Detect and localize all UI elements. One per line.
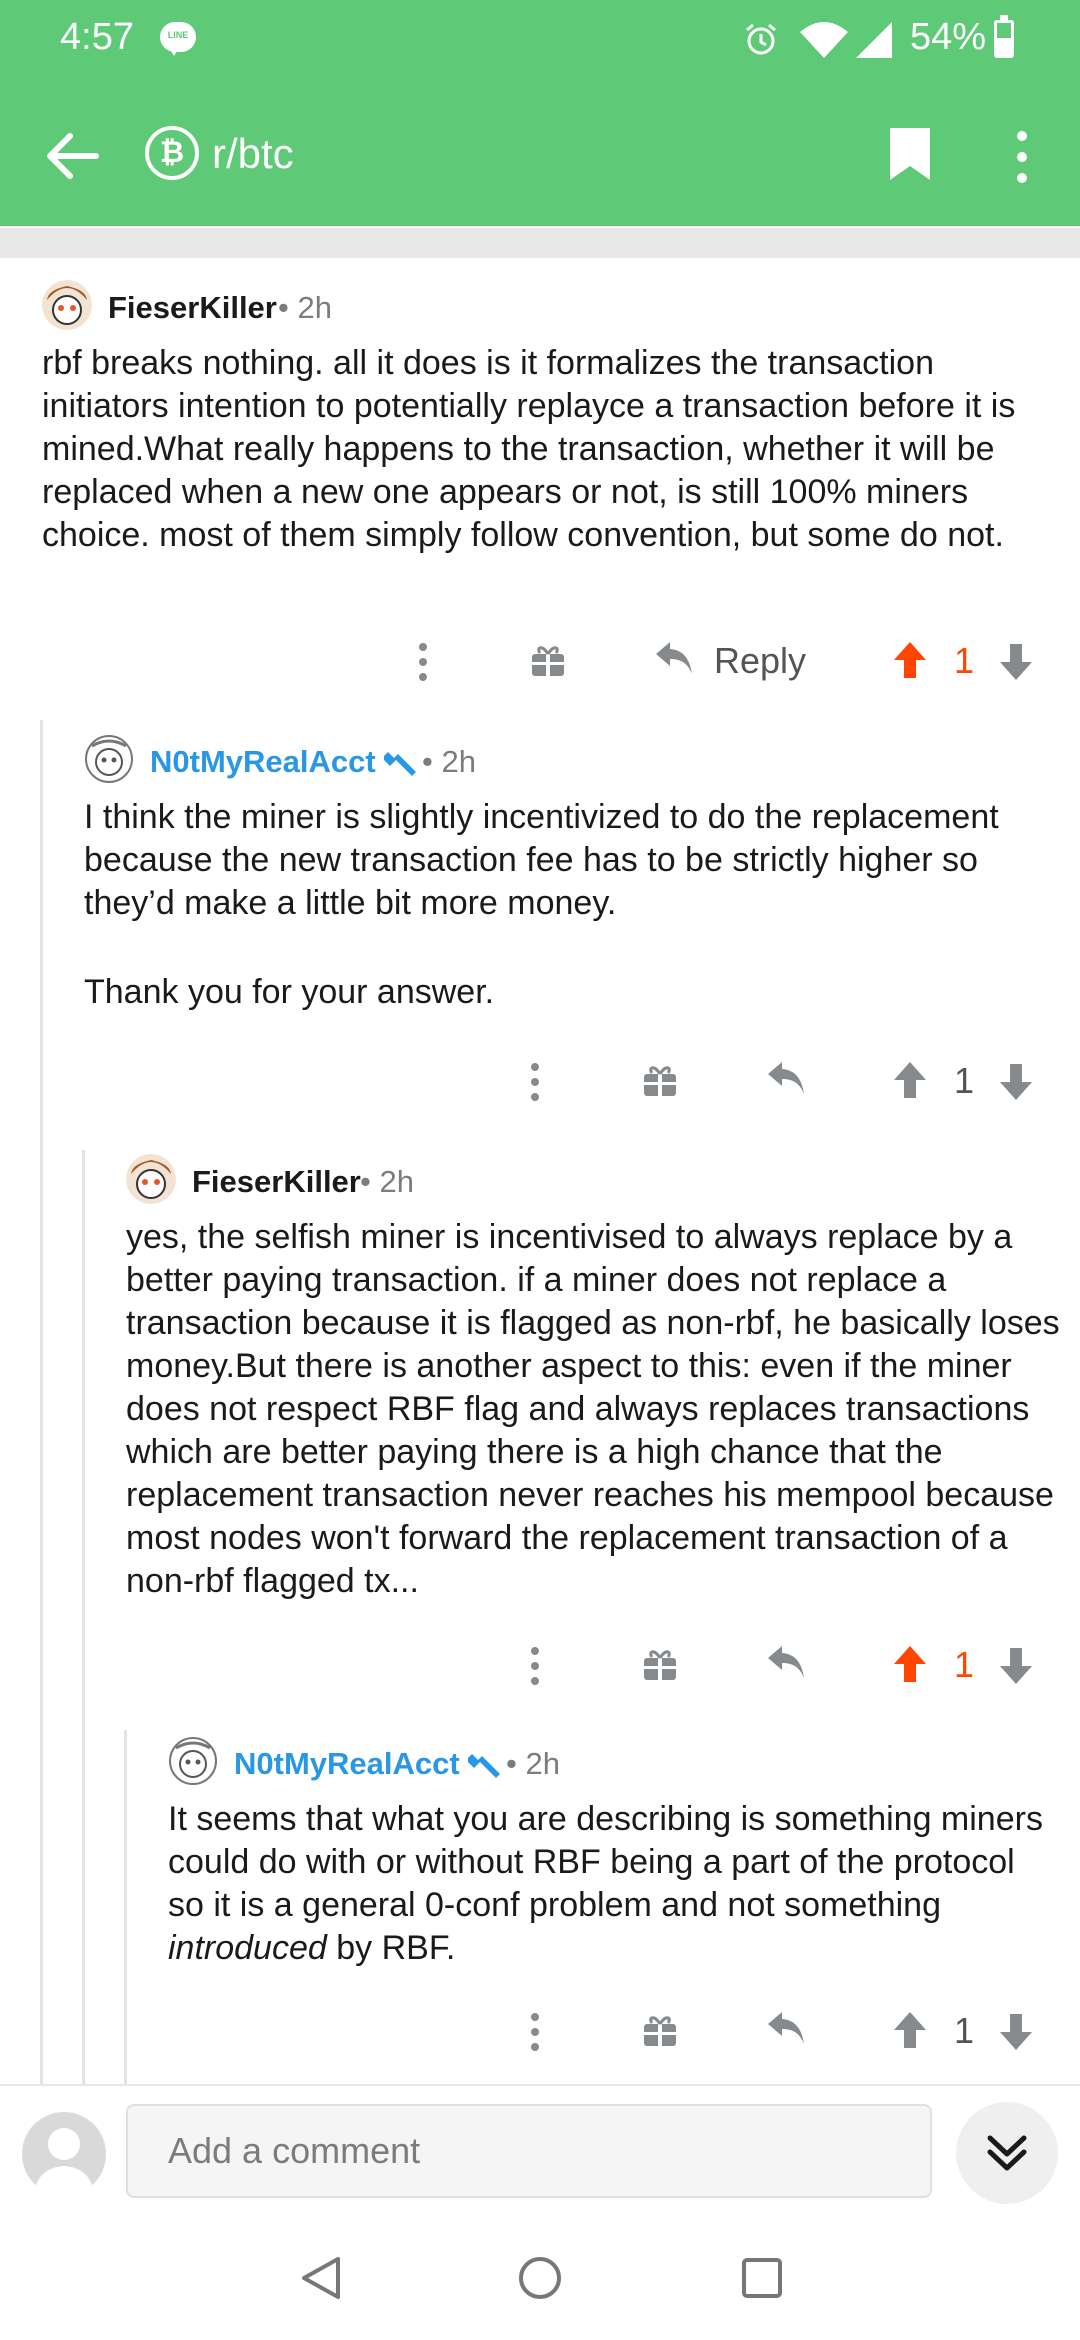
nav-back-icon[interactable] — [300, 2256, 342, 2300]
comment-age: • 2h — [360, 1164, 414, 1199]
upvote-icon[interactable] — [892, 1644, 928, 1684]
comment-author[interactable]: FieserKiller — [108, 290, 277, 326]
reply-icon[interactable] — [766, 1644, 806, 1680]
subreddit-icon[interactable]: ₿ — [145, 126, 199, 180]
comment-author[interactable]: FieserKiller — [192, 1164, 361, 1200]
reply-button[interactable]: Reply — [714, 640, 806, 682]
collapse-comments-button[interactable] — [956, 2102, 1058, 2204]
thread-line — [40, 720, 43, 2084]
bookmark-icon[interactable] — [888, 126, 932, 182]
upvote-icon[interactable] — [892, 1060, 928, 1100]
comment-actions: 1 — [0, 1636, 1080, 1696]
wifi-icon — [800, 22, 848, 58]
toolbar: ₿ r/btc — [0, 100, 1080, 210]
reply-icon[interactable] — [766, 1060, 806, 1096]
comment-age: • 2h — [422, 744, 476, 779]
upvote-icon[interactable] — [892, 640, 928, 680]
avatar[interactable] — [42, 280, 92, 330]
vote-score: 1 — [954, 640, 975, 681]
downvote-icon[interactable] — [998, 642, 1034, 682]
avatar[interactable] — [126, 1154, 176, 1204]
nav-home-icon[interactable] — [518, 2256, 562, 2300]
downvote-icon[interactable] — [998, 1062, 1034, 1102]
downvote-icon[interactable] — [998, 1646, 1034, 1686]
award-icon[interactable] — [642, 1646, 678, 1682]
wrench-icon — [468, 1754, 500, 1778]
comment-age: • 2h — [278, 290, 332, 325]
thread-line — [82, 1150, 85, 2084]
double-chevron-down-icon — [987, 2135, 1027, 2171]
comment-actions: 1 — [0, 2002, 1080, 2062]
comment-body: yes, the selfish miner is incentivised t… — [126, 1218, 1060, 1600]
more-options-icon[interactable] — [528, 1062, 542, 1102]
app-header: 4:57 LINE 54% ₿ r/btc — [0, 0, 1080, 226]
nav-recents-icon[interactable] — [742, 2258, 782, 2298]
signal-icon — [856, 22, 892, 58]
comment-body: rbf breaks nothing. all it does is it fo… — [42, 344, 1016, 554]
comment-author[interactable]: N0tMyRealAcct — [234, 1746, 460, 1782]
downvote-icon[interactable] — [998, 2012, 1034, 2052]
avatar[interactable] — [84, 734, 134, 784]
comment-actions: 1 — [0, 1052, 1080, 1112]
alarm-icon — [746, 23, 776, 55]
wrench-icon — [384, 752, 416, 776]
vote-score: 1 — [954, 2010, 975, 2051]
system-navigation-bar — [0, 2216, 1080, 2340]
vote-score: 1 — [954, 1060, 975, 1101]
battery-level — [997, 37, 1011, 55]
battery-icon — [994, 15, 1014, 58]
status-time: 4:57 — [60, 16, 134, 58]
reply-icon[interactable] — [766, 2010, 806, 2046]
upvote-icon[interactable] — [892, 2010, 928, 2050]
reply-icon[interactable] — [654, 640, 694, 676]
comment-author[interactable]: N0tMyRealAcct — [150, 744, 376, 780]
overflow-menu-icon[interactable] — [1010, 130, 1034, 184]
status-bar: 4:57 LINE 54% — [0, 0, 1080, 80]
more-options-icon[interactable] — [528, 1646, 542, 1686]
user-avatar[interactable] — [22, 2112, 106, 2196]
comment-age: • 2h — [506, 1746, 560, 1781]
subreddit-title[interactable]: r/btc — [212, 130, 294, 178]
battery-percent: 54% — [910, 16, 987, 58]
header-divider — [0, 228, 1080, 258]
avatar[interactable] — [168, 1736, 218, 1786]
award-icon[interactable] — [642, 1062, 678, 1098]
comment-composer: Add a comment — [0, 2084, 1080, 2216]
line-notification-icon: LINE — [160, 22, 196, 56]
back-arrow-icon[interactable] — [44, 128, 100, 184]
more-options-icon[interactable] — [528, 2012, 542, 2052]
comment-body: I think the miner is slightly incentiviz… — [84, 798, 999, 1011]
vote-score: 1 — [954, 1644, 975, 1685]
award-icon[interactable] — [530, 642, 566, 678]
comment-actions: Reply 1 — [0, 632, 1080, 692]
comment-body: It seems that what you are describing is… — [168, 1800, 1043, 1967]
more-options-icon[interactable] — [416, 642, 430, 682]
add-comment-input[interactable]: Add a comment — [126, 2104, 932, 2198]
award-icon[interactable] — [642, 2012, 678, 2048]
